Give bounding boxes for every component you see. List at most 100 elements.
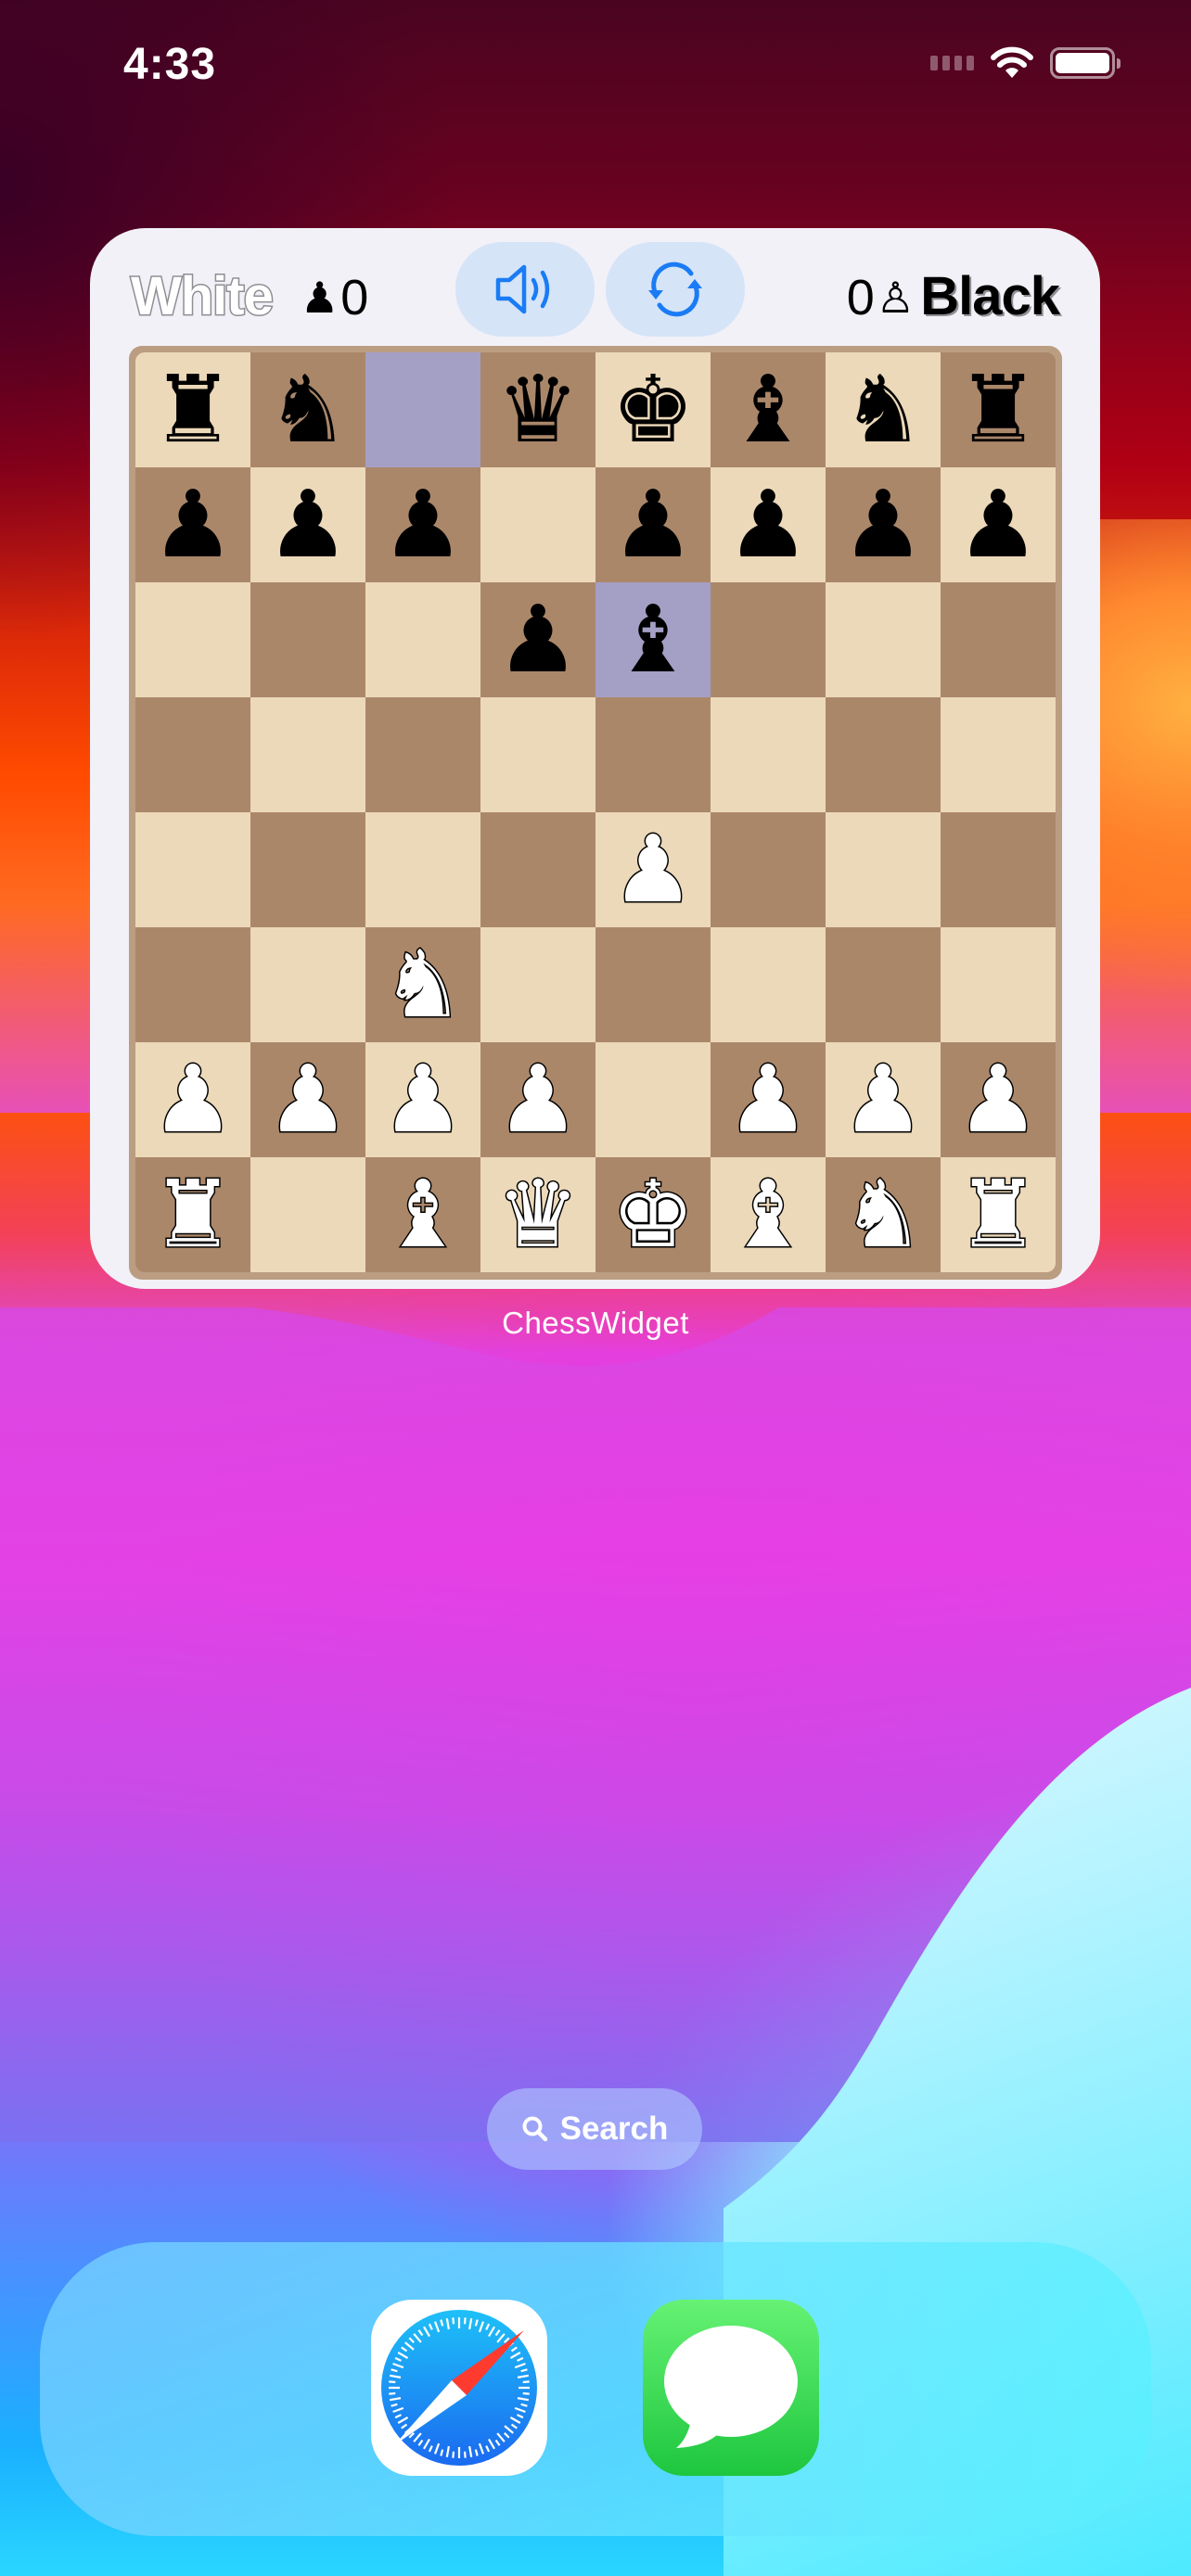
black-rook-icon[interactable]: ♜ [151, 363, 235, 456]
square-g6[interactable] [826, 582, 941, 697]
black-pawn-icon[interactable]: ♟ [841, 478, 925, 571]
square-c7[interactable]: ♟ [365, 467, 480, 582]
white-pawn-icon[interactable]: ♟ [955, 1052, 1042, 1147]
square-g7[interactable]: ♟ [826, 467, 941, 582]
black-pawn-icon[interactable]: ♟ [726, 478, 810, 571]
chess-widget[interactable]: White ♟ 0 0 ♙ Black ♜ ♞ ♛ ♚ ♝ ♞ ♜ ♟ ♟ ♟ … [90, 228, 1100, 1289]
square-f8[interactable]: ♝ [711, 352, 826, 467]
black-knight-icon[interactable]: ♞ [266, 363, 350, 456]
black-knight-icon[interactable]: ♞ [841, 363, 925, 456]
square-c2[interactable]: ♟ [365, 1042, 480, 1157]
square-f2[interactable]: ♟ [711, 1042, 826, 1157]
square-f6[interactable] [711, 582, 826, 697]
black-pawn-icon[interactable]: ♟ [381, 478, 465, 571]
square-b1[interactable] [250, 1157, 365, 1272]
square-a3[interactable] [135, 927, 250, 1042]
square-c8[interactable] [365, 352, 480, 467]
white-queen-icon[interactable]: ♛ [495, 1167, 582, 1262]
square-h7[interactable]: ♟ [941, 467, 1056, 582]
white-pawn-icon[interactable]: ♟ [150, 1052, 237, 1147]
square-e3[interactable] [596, 927, 711, 1042]
square-h6[interactable] [941, 582, 1056, 697]
square-g8[interactable]: ♞ [826, 352, 941, 467]
square-h1[interactable]: ♜ [941, 1157, 1056, 1272]
square-d1[interactable]: ♛ [480, 1157, 596, 1272]
square-e7[interactable]: ♟ [596, 467, 711, 582]
square-e1[interactable]: ♚ [596, 1157, 711, 1272]
black-bishop-icon[interactable]: ♝ [726, 363, 810, 456]
square-g4[interactable] [826, 812, 941, 927]
square-d8[interactable]: ♛ [480, 352, 596, 467]
black-rook-icon[interactable]: ♜ [956, 363, 1040, 456]
square-g1[interactable]: ♞ [826, 1157, 941, 1272]
white-pawn-icon[interactable]: ♟ [725, 1052, 812, 1147]
square-c3[interactable]: ♞ [365, 927, 480, 1042]
square-d5[interactable] [480, 697, 596, 812]
square-b6[interactable] [250, 582, 365, 697]
square-a6[interactable] [135, 582, 250, 697]
square-d6[interactable]: ♟ [480, 582, 596, 697]
black-king-icon[interactable]: ♚ [611, 363, 695, 456]
dock-app-safari[interactable] [371, 2300, 547, 2476]
white-pawn-icon[interactable]: ♟ [265, 1052, 352, 1147]
square-c4[interactable] [365, 812, 480, 927]
square-c6[interactable] [365, 582, 480, 697]
square-f5[interactable] [711, 697, 826, 812]
square-h8[interactable]: ♜ [941, 352, 1056, 467]
square-h5[interactable] [941, 697, 1056, 812]
square-f7[interactable]: ♟ [711, 467, 826, 582]
square-b8[interactable]: ♞ [250, 352, 365, 467]
square-a4[interactable] [135, 812, 250, 927]
white-knight-icon[interactable]: ♞ [840, 1167, 927, 1262]
white-rook-icon[interactable]: ♜ [150, 1167, 237, 1262]
square-e5[interactable] [596, 697, 711, 812]
square-a5[interactable] [135, 697, 250, 812]
black-pawn-icon[interactable]: ♟ [266, 478, 350, 571]
black-bishop-icon[interactable]: ♝ [611, 593, 695, 686]
home-search-button[interactable]: Search [487, 2088, 702, 2170]
black-pawn-icon[interactable]: ♟ [496, 593, 580, 686]
square-b3[interactable] [250, 927, 365, 1042]
black-pawn-icon[interactable]: ♟ [611, 478, 695, 571]
white-rook-icon[interactable]: ♜ [955, 1167, 1042, 1262]
square-c5[interactable] [365, 697, 480, 812]
black-queen-icon[interactable]: ♛ [496, 363, 580, 456]
square-d3[interactable] [480, 927, 596, 1042]
square-e6[interactable]: ♝ [596, 582, 711, 697]
white-pawn-icon[interactable]: ♟ [610, 822, 697, 917]
square-f1[interactable]: ♝ [711, 1157, 826, 1272]
square-f4[interactable] [711, 812, 826, 927]
square-a7[interactable]: ♟ [135, 467, 250, 582]
white-pawn-icon[interactable]: ♟ [840, 1052, 927, 1147]
square-g2[interactable]: ♟ [826, 1042, 941, 1157]
square-b4[interactable] [250, 812, 365, 927]
white-bishop-icon[interactable]: ♝ [725, 1167, 812, 1262]
square-h4[interactable] [941, 812, 1056, 927]
white-knight-icon[interactable]: ♞ [380, 937, 467, 1032]
dock-app-messages[interactable] [643, 2300, 819, 2476]
black-pawn-icon[interactable]: ♟ [956, 478, 1040, 571]
square-g5[interactable] [826, 697, 941, 812]
sound-toggle-button[interactable] [455, 242, 595, 337]
square-b7[interactable]: ♟ [250, 467, 365, 582]
square-a2[interactable]: ♟ [135, 1042, 250, 1157]
chess-board[interactable]: ♜ ♞ ♛ ♚ ♝ ♞ ♜ ♟ ♟ ♟ ♟ ♟ ♟ ♟ ♟ ♝ ♟ ♞ ♟ ♟ ♟ ♟ ♟ ♟ ♟ ♜ ♝ ♛ ♚ ♝ ♞ ♜ [135, 352, 1056, 1272]
white-pawn-icon[interactable]: ♟ [380, 1052, 467, 1147]
square-e4[interactable]: ♟ [596, 812, 711, 927]
square-h3[interactable] [941, 927, 1056, 1042]
square-c1[interactable]: ♝ [365, 1157, 480, 1272]
white-king-icon[interactable]: ♚ [610, 1167, 697, 1262]
black-pawn-icon[interactable]: ♟ [151, 478, 235, 571]
square-a8[interactable]: ♜ [135, 352, 250, 467]
square-d7[interactable] [480, 467, 596, 582]
square-d2[interactable]: ♟ [480, 1042, 596, 1157]
square-d4[interactable] [480, 812, 596, 927]
square-f3[interactable] [711, 927, 826, 1042]
square-g3[interactable] [826, 927, 941, 1042]
square-b5[interactable] [250, 697, 365, 812]
white-pawn-icon[interactable]: ♟ [495, 1052, 582, 1147]
square-b2[interactable]: ♟ [250, 1042, 365, 1157]
square-a1[interactable]: ♜ [135, 1157, 250, 1272]
square-e8[interactable]: ♚ [596, 352, 711, 467]
square-h2[interactable]: ♟ [941, 1042, 1056, 1157]
